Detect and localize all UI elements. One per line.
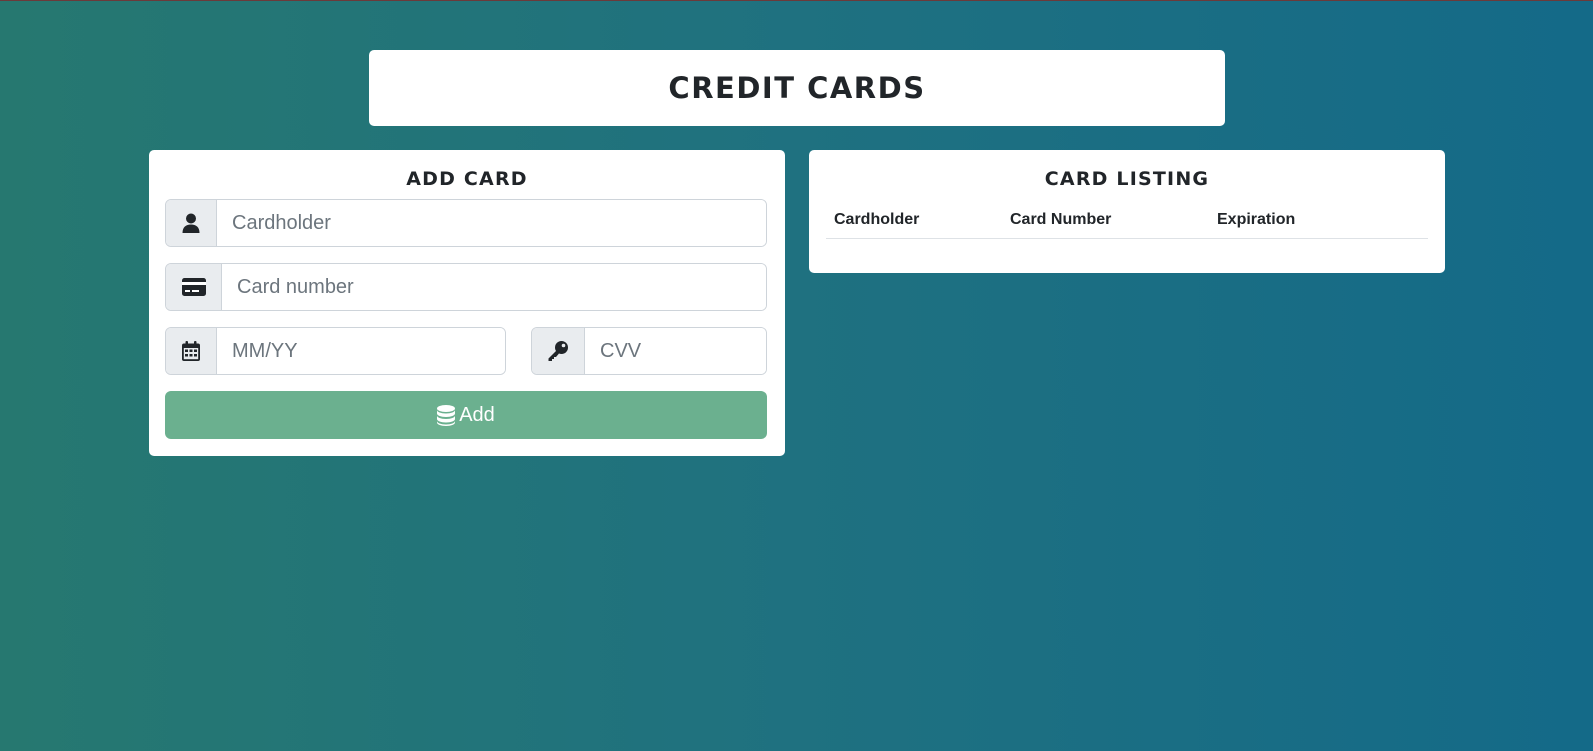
cvv-input-group [531, 327, 767, 375]
card-number-input[interactable] [222, 264, 766, 310]
add-card-panel: Add Card [149, 150, 785, 456]
expiry-input-group [165, 327, 506, 375]
cardholder-input-group [165, 199, 767, 247]
table-header-row: Cardholder Card Number Expiration [826, 203, 1428, 239]
card-listing-title: Card Listing [1044, 168, 1210, 190]
add-card-title: Add Card [406, 168, 528, 190]
database-icon [437, 404, 456, 426]
card-listing-panel: Card Listing Cardholder Card Number Expi… [809, 150, 1445, 273]
add-button-label: Add [459, 403, 495, 426]
calendar-icon [166, 328, 217, 374]
user-icon [166, 200, 217, 246]
column-header-expiration: Expiration [1209, 203, 1428, 239]
expiry-input[interactable] [217, 328, 505, 374]
credit-card-icon [166, 264, 222, 310]
cards-table: Cardholder Card Number Expiration [826, 203, 1428, 239]
top-border-line [0, 0, 1593, 1]
page-title: Credit Cards [668, 71, 926, 105]
column-header-cardholder: Cardholder [826, 203, 1002, 239]
key-icon [532, 328, 585, 374]
title-card: Credit Cards [369, 50, 1225, 126]
cvv-input[interactable] [585, 328, 766, 374]
column-header-card-number: Card Number [1002, 203, 1209, 239]
cardholder-input[interactable] [217, 200, 766, 246]
add-button[interactable]: Add [165, 391, 767, 439]
card-number-input-group [165, 263, 767, 311]
